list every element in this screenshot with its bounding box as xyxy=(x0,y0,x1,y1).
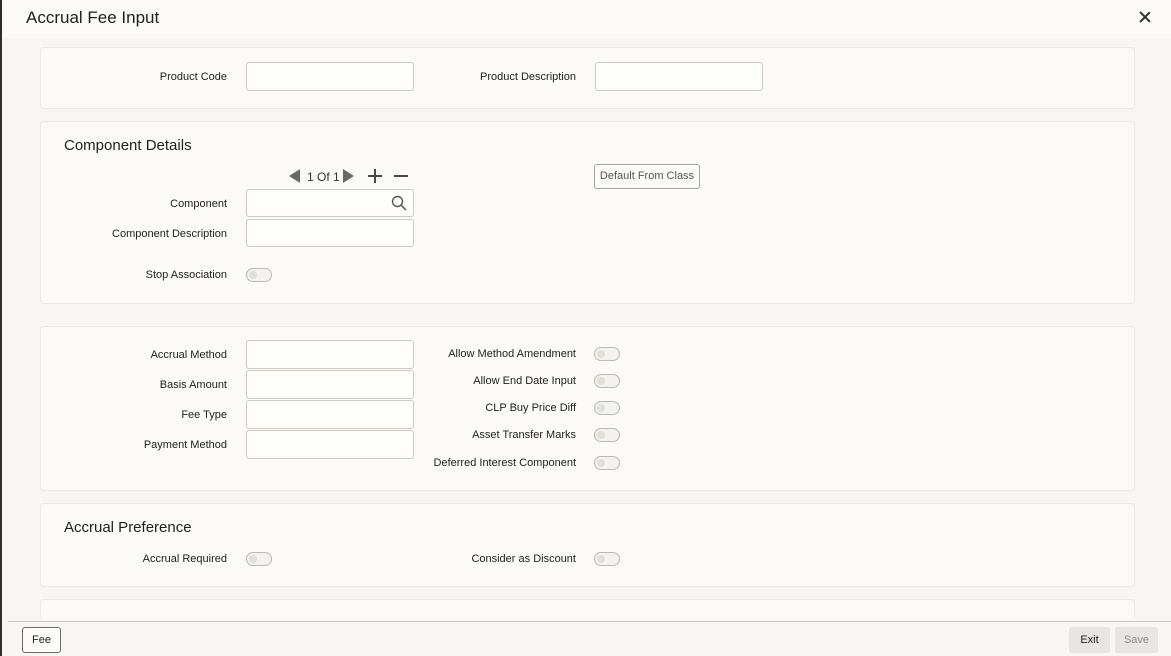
allow-end-date-input-label: Allow End Date Input xyxy=(473,375,576,387)
deferred-interest-component-toggle[interactable] xyxy=(594,456,620,470)
component-details-panel: Component Details 1 Of 1 Default From Cl… xyxy=(40,121,1135,304)
basis-amount-label: Basis Amount xyxy=(159,379,227,391)
accrual-method-label: Accrual Method xyxy=(150,349,227,361)
stop-association-toggle[interactable] xyxy=(246,268,272,282)
save-button[interactable]: Save xyxy=(1115,627,1158,653)
fee-button[interactable]: Fee xyxy=(22,627,61,653)
title-bar: Accrual Fee Input xyxy=(2,0,1171,38)
allow-method-amendment-toggle[interactable] xyxy=(594,347,620,361)
previous-record-icon[interactable] xyxy=(289,169,300,183)
allow-end-date-input-toggle[interactable] xyxy=(594,374,620,388)
product-panel: Product Code Product Description xyxy=(40,47,1135,109)
next-panel-edge xyxy=(40,599,1135,619)
component-details-title: Component Details xyxy=(64,137,192,154)
accrual-method-panel: Accrual Method Basis Amount Fee Type Pay… xyxy=(40,326,1135,491)
allow-method-amendment-label: Allow Method Amendment xyxy=(448,348,576,360)
window-left-border xyxy=(0,0,2,656)
accrual-required-label: Accrual Required xyxy=(142,553,227,565)
clp-buy-price-diff-toggle[interactable] xyxy=(594,401,620,415)
accrual-method-input[interactable] xyxy=(246,340,414,369)
component-input[interactable] xyxy=(246,189,414,217)
basis-amount-input[interactable] xyxy=(246,370,414,399)
product-code-label: Product Code xyxy=(159,71,227,83)
product-code-input[interactable] xyxy=(246,62,414,91)
stop-association-label: Stop Association xyxy=(145,269,227,281)
payment-method-label: Payment Method xyxy=(143,439,227,451)
close-icon[interactable] xyxy=(1134,6,1156,28)
search-icon[interactable] xyxy=(391,195,407,211)
fee-type-input[interactable] xyxy=(246,400,414,429)
accrual-preference-title: Accrual Preference xyxy=(64,519,192,536)
component-label: Component xyxy=(170,198,227,210)
delete-record-icon[interactable] xyxy=(393,168,409,184)
consider-as-discount-label: Consider as Discount xyxy=(471,553,576,565)
accrual-required-toggle[interactable] xyxy=(246,552,272,566)
component-description-input[interactable] xyxy=(246,219,414,247)
exit-button[interactable]: Exit xyxy=(1069,627,1110,653)
component-description-label: Component Description xyxy=(112,228,227,240)
accrual-preference-panel: Accrual Preference Accrual Required Cons… xyxy=(40,503,1135,587)
next-record-icon[interactable] xyxy=(343,169,354,183)
add-record-icon[interactable] xyxy=(367,168,383,184)
asset-transfer-marks-toggle[interactable] xyxy=(594,428,620,442)
asset-transfer-marks-label: Asset Transfer Marks xyxy=(472,429,576,441)
default-from-class-button[interactable]: Default From Class xyxy=(594,164,700,189)
deferred-interest-component-label: Deferred Interest Component xyxy=(433,457,576,469)
payment-method-input[interactable] xyxy=(246,430,414,459)
consider-as-discount-toggle[interactable] xyxy=(594,552,620,566)
pagination-text: 1 Of 1 xyxy=(307,170,340,184)
footer-divider xyxy=(8,621,1171,622)
product-description-input[interactable] xyxy=(595,62,763,91)
window-title: Accrual Fee Input xyxy=(26,8,160,27)
fee-type-label: Fee Type xyxy=(181,409,227,421)
product-description-label: Product Description xyxy=(480,71,576,83)
clp-buy-price-diff-label: CLP Buy Price Diff xyxy=(485,402,576,414)
